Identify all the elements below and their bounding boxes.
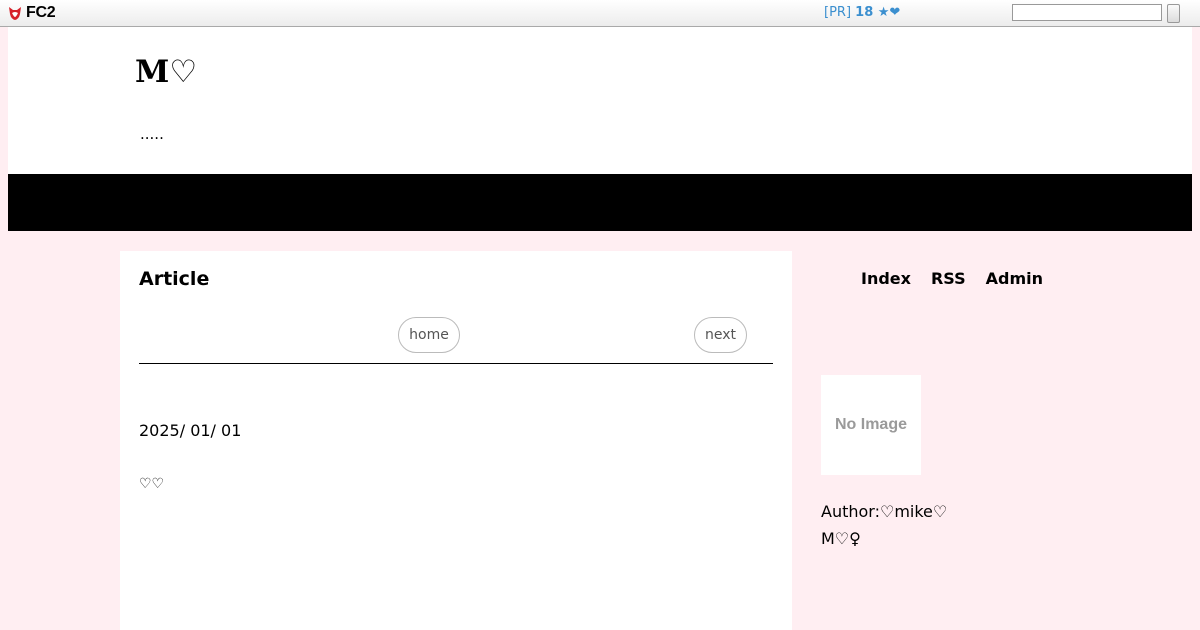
- fc2-top-bar: FC2 [PR] 18 ★❤: [0, 0, 1200, 27]
- fc2-search-input[interactable]: [1012, 4, 1162, 21]
- menu-rss-link[interactable]: RSS: [931, 269, 966, 288]
- post-date: 2025/ 01/ 01: [139, 421, 242, 440]
- nav-bar: [8, 174, 1192, 231]
- pr-link[interactable]: [PR] 18 ★❤: [824, 5, 900, 20]
- profile-image: No Image: [821, 375, 921, 475]
- fc2-logo[interactable]: FC2: [7, 4, 56, 22]
- blog-description: .....: [140, 125, 164, 143]
- author-name: Author:♡mike♡: [821, 502, 948, 521]
- fc2-logo-text: FC2: [26, 4, 56, 21]
- sidebar-menu: Index RSS Admin: [861, 269, 1043, 288]
- fc2-fox-icon: [9, 7, 21, 20]
- author-subtitle: M♡♀: [821, 529, 861, 548]
- section-title: Article: [139, 268, 210, 290]
- main-content: Article home next 2025/ 01/ 01 ♡♡: [120, 251, 792, 630]
- post-body: ♡♡: [139, 476, 165, 492]
- blog-title[interactable]: M♡: [135, 54, 197, 90]
- blog-header: M♡ .....: [8, 27, 1192, 174]
- next-button[interactable]: next: [694, 317, 747, 353]
- no-image-text: No Image: [834, 416, 907, 433]
- menu-index-link[interactable]: Index: [861, 269, 911, 288]
- pr-link-text[interactable]: 18 ★❤: [855, 5, 900, 20]
- home-button[interactable]: home: [398, 317, 460, 353]
- divider: [139, 363, 773, 364]
- pr-prefix: [PR]: [824, 5, 852, 20]
- fc2-search-button[interactable]: [1167, 4, 1180, 23]
- menu-admin-link[interactable]: Admin: [986, 269, 1043, 288]
